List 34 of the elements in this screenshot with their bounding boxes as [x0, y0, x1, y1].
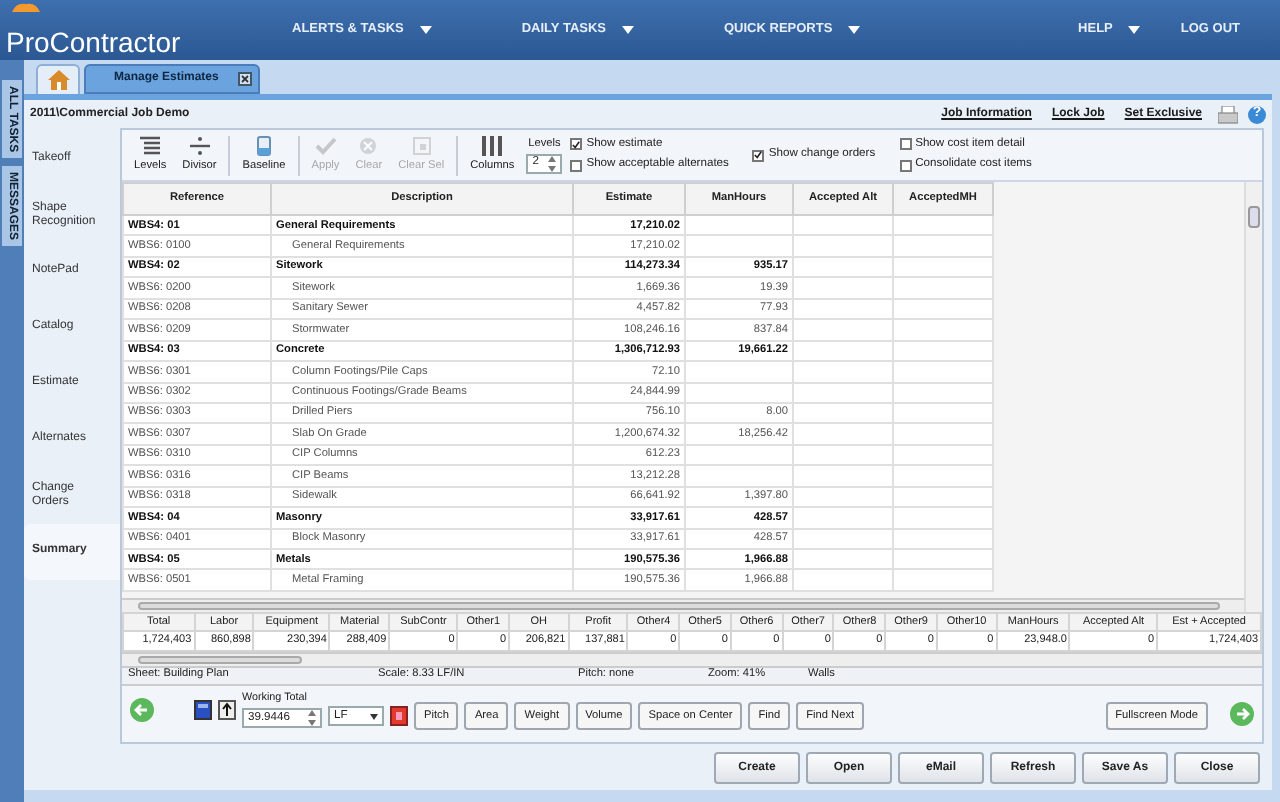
print-icon[interactable] — [1218, 105, 1238, 123]
clear-icon — [356, 135, 381, 156]
horizontal-scrollbar[interactable] — [122, 598, 1244, 612]
check-icon — [313, 135, 338, 156]
columns-icon — [480, 135, 505, 156]
caret-icon — [419, 26, 432, 34]
checkmark-icon — [572, 139, 581, 150]
selection-icon — [409, 135, 434, 156]
stop-icon[interactable] — [390, 706, 408, 726]
divisor-icon — [187, 135, 212, 156]
caret-icon — [1128, 26, 1141, 34]
home-icon — [47, 70, 69, 90]
checkmark-icon — [754, 150, 763, 160]
forward-arrow-icon[interactable] — [1230, 701, 1254, 725]
caret-icon — [622, 26, 634, 34]
close-icon[interactable] — [238, 72, 253, 86]
caret-icon — [370, 713, 378, 719]
vertical-scrollbar[interactable] — [1244, 182, 1262, 612]
back-arrow-icon[interactable] — [130, 697, 154, 721]
home-tab[interactable] — [36, 64, 80, 94]
logo-icon — [12, 1, 40, 11]
caret-icon — [848, 26, 861, 34]
calculator-icon[interactable] — [194, 699, 212, 719]
upload-arrow-icon[interactable] — [218, 699, 236, 719]
app-logo: ProContractor — [6, 25, 181, 57]
checkbox[interactable] — [570, 159, 583, 172]
baseline-icon — [252, 135, 276, 156]
checkbox[interactable] — [570, 138, 583, 151]
checkbox[interactable] — [752, 149, 765, 161]
levels-icon — [138, 135, 163, 156]
spinner-arrows-icon — [308, 710, 316, 727]
checkbox[interactable] — [899, 159, 912, 172]
checkbox[interactable] — [899, 138, 912, 151]
spinner-arrows-icon — [548, 155, 557, 172]
